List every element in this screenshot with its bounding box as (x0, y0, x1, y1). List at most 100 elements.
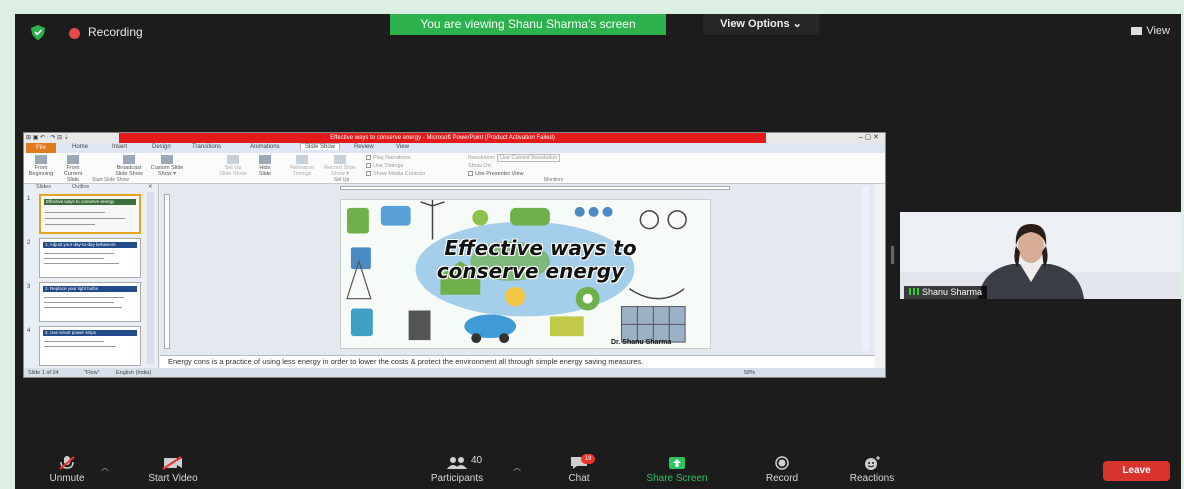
current-slide: Effective ways to conserve energy Dr. Sh… (340, 199, 711, 349)
tab-view: View (396, 144, 409, 150)
thumb-line (45, 218, 125, 219)
shield-icon[interactable] (31, 25, 45, 40)
unmute-label: Unmute (49, 473, 85, 484)
hide-slide-label: Hide Slide (258, 165, 272, 177)
ppt-title-bar: ⊞ ▣ ↶ · ↷ ⊟ ⇣ Effective ways to conserve… (24, 133, 885, 143)
from-current-button: From Current Slide (58, 155, 88, 183)
presenter-view-label: Use Presenter View (475, 171, 524, 177)
slideshow-icon (67, 155, 79, 164)
reactions-label: Reactions (849, 473, 895, 484)
leave-button[interactable]: Leave (1103, 461, 1170, 481)
thumb-line (44, 341, 104, 342)
hide-slide-button: Hide Slide (254, 155, 276, 177)
recording-label: Recording (88, 25, 143, 39)
tab-outline: Outline (72, 184, 90, 190)
slides-pane-tabs: Slides Outline ✕ (24, 184, 158, 192)
slides-pane-close: ✕ (148, 184, 153, 190)
meeting-top-bar: Recording You are viewing Shanu Sharma's… (15, 14, 1181, 50)
resolution-select: Resolution: Use Current Resolution (468, 154, 561, 162)
from-beginning-button: From Beginning (28, 155, 54, 177)
resolution-value: Use Current Resolution (497, 154, 561, 162)
presenter-view-checkbox: Use Presenter View (468, 171, 524, 177)
tab-file: File (26, 143, 56, 153)
use-timings-label: Use Timings (373, 163, 404, 169)
setup-icon (227, 155, 239, 164)
reactions-icon (865, 456, 880, 470)
ppt-ribbon: From Beginning From Current Slide Broadc… (24, 153, 885, 184)
language-indicator: English (India) (116, 370, 152, 376)
quick-access-toolbar: ⊞ ▣ ↶ · ↷ ⊟ ⇣ (26, 135, 69, 141)
speaker-notes: Energy cons is a practice of using less … (160, 355, 875, 368)
reactions-button[interactable]: Reactions (837, 456, 907, 484)
setup-slideshow-button: Set Up Slide Show (218, 155, 248, 177)
participant-name: Shanu Sharma (922, 287, 983, 297)
thumb-line (44, 346, 116, 347)
slide-thumbnail: 3. Use smart power strips (39, 326, 141, 366)
thumb-number: 4 (27, 328, 31, 334)
participants-button[interactable]: Participants 40 (419, 455, 495, 484)
hide-slide-icon (259, 155, 271, 164)
record-icon (775, 456, 789, 470)
record-button[interactable]: Record (757, 456, 807, 484)
viewing-screen-banner: You are viewing Shanu Sharma's screen (390, 14, 666, 35)
tab-slide-show: Slide Show (300, 143, 341, 150)
share-screen-icon (669, 457, 685, 469)
slide-thumbnail: 1. Adjust your day-to-day behaviors (39, 238, 141, 278)
audio-options-caret[interactable]: ︿ (101, 462, 109, 473)
tab-home: Home (72, 144, 89, 150)
view-button[interactable]: View (1131, 25, 1170, 37)
chat-button[interactable]: Chat 19 (561, 454, 597, 484)
slide-area-scrollbar (862, 186, 869, 351)
slide-title-line-2: conserve energy (436, 259, 625, 283)
signal-strength-icon (909, 288, 919, 295)
participants-label: Participants (430, 473, 484, 484)
thumb-title: 2. Replace your light bulbs (43, 286, 137, 292)
muted-microphone-icon (59, 456, 75, 470)
chat-unread-badge: 19 (581, 454, 595, 464)
group-start-slideshow: Start Slide Show (92, 177, 129, 183)
ppt-ribbon-tabs: File Home Insert Design Transitions Anim… (24, 143, 885, 153)
timer-icon (296, 155, 308, 164)
record-slide-icon (334, 155, 346, 164)
unmute-button[interactable]: Unmute (39, 456, 95, 484)
meeting-controls-bar: Unmute ︿ Start Video Participants 40 ︿ C… (15, 450, 1181, 489)
participant-video-tile[interactable]: Shanu Sharma (900, 212, 1181, 299)
ppt-status-bar: Slide 1 of 24 "Flow" English (India) 58% (24, 368, 885, 377)
use-timings-checkbox: Use Timings (366, 163, 403, 169)
custom-show-icon (161, 155, 173, 164)
tab-transitions: Transitions (192, 144, 222, 150)
shared-powerpoint-window: ⊞ ▣ ↶ · ↷ ⊟ ⇣ Effective ways to conserve… (23, 132, 886, 378)
participants-options-caret[interactable]: ︿ (513, 462, 521, 473)
zoom-level: 58% (744, 370, 756, 376)
panel-resize-handle[interactable] (891, 246, 894, 264)
thumb-number: 1 (27, 196, 31, 202)
start-video-button[interactable]: Start Video (135, 456, 211, 484)
tab-animations: Animations (250, 144, 280, 150)
checkbox-icon (366, 163, 371, 169)
video-off-icon (162, 456, 182, 470)
checkbox-icon (366, 171, 371, 177)
tab-review: Review (354, 144, 374, 150)
ppt-window-title: Effective ways to conserve energy - Micr… (119, 133, 766, 143)
from-beginning-label: From Beginning (28, 165, 54, 177)
slides-pane-scrollbar (147, 192, 154, 364)
play-narrations-checkbox: Play Narrations (366, 155, 411, 161)
participant-name-label: Shanu Sharma (904, 286, 988, 299)
share-screen-button[interactable]: Share Screen (637, 456, 717, 484)
view-options-button[interactable]: View Options ⌄ (703, 14, 819, 35)
recording-dot-icon (69, 28, 80, 39)
horizontal-ruler (340, 186, 730, 190)
participants-count: 40 (471, 455, 483, 466)
thumb-title: 3. Use smart power strips (43, 330, 137, 336)
broadcast-label: Broadcast Slide Show (115, 165, 143, 177)
show-media-checkbox: Show Media Controls (366, 171, 425, 177)
tab-design: Design (152, 144, 171, 150)
group-setup: Set Up (334, 177, 350, 183)
slideshow-icon (35, 155, 47, 164)
show-on-select: Show On: (468, 163, 492, 169)
from-current-label: From Current Slide (63, 165, 83, 183)
rehearse-label: Rehearse Timings (290, 165, 314, 177)
theme-name: "Flow" (84, 370, 100, 376)
checkbox-icon (366, 155, 371, 161)
thumb-number: 3 (27, 284, 31, 290)
